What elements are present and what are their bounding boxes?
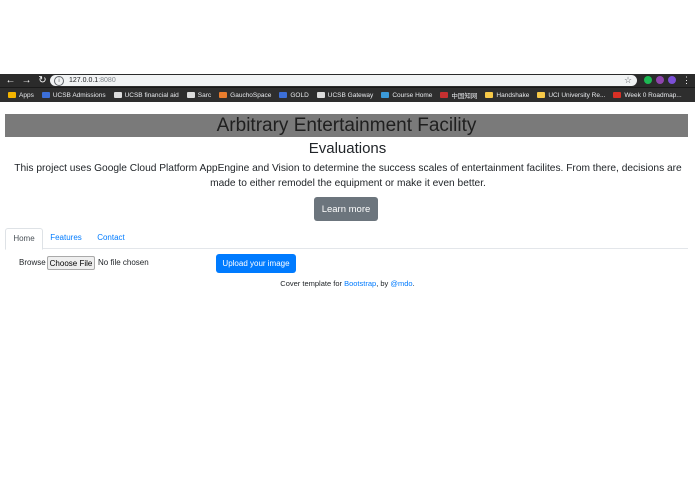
tab-features[interactable]: Features xyxy=(45,228,87,248)
address-bar[interactable]: i 127.0.0.1:8080 xyxy=(50,75,637,86)
back-icon[interactable]: ← xyxy=(5,75,16,86)
footer-text: , by xyxy=(376,279,391,288)
choose-file-button[interactable]: Choose File xyxy=(47,256,95,270)
bookmark-label: GOLD xyxy=(290,91,309,99)
bookmark-icon xyxy=(219,92,228,98)
url-port: :8080 xyxy=(98,77,116,84)
bookmark-label: GauchoSpace xyxy=(230,91,272,99)
bookmark-icon xyxy=(440,92,449,98)
page-title: Arbitrary Entertainment Facility xyxy=(216,115,477,136)
bookmark-icon xyxy=(485,92,494,98)
bootstrap-link[interactable]: Bootstrap xyxy=(344,279,376,288)
bookmark-item[interactable]: GauchoSpace xyxy=(219,92,271,99)
bookmark-icon xyxy=(537,92,546,98)
nav-tabs: Home Features Contact xyxy=(5,228,688,250)
extension-icon[interactable] xyxy=(644,76,652,84)
bookmark-label: UCSB Gateway xyxy=(327,91,374,99)
bookmark-item[interactable]: UCSB Gateway xyxy=(316,91,374,99)
bookmark-star-icon[interactable]: ☆ xyxy=(624,74,632,86)
bookmark-icon xyxy=(316,92,325,98)
bookmark-icon xyxy=(41,92,50,98)
browse-label: Browse xyxy=(19,258,46,267)
bookmark-item[interactable]: Week 0 Roadmap... xyxy=(613,91,682,99)
bookmark-item[interactable]: UCSB financial aid xyxy=(113,91,179,99)
bookmark-label: 中国知网 xyxy=(451,93,478,100)
bookmark-icon xyxy=(8,92,16,98)
bookmark-icon xyxy=(613,92,622,98)
bookmark-item[interactable]: Apps xyxy=(8,92,34,99)
learn-more-button[interactable]: Learn more xyxy=(314,197,378,221)
bookmark-icon xyxy=(113,92,122,98)
file-status: No file chosen xyxy=(98,258,149,267)
profile-avatar[interactable] xyxy=(668,76,676,84)
bookmark-label: Course Home xyxy=(392,91,433,99)
bookmark-label: Handshake xyxy=(496,91,530,99)
bookmark-label: Sarc xyxy=(197,91,212,99)
bookmark-item[interactable]: Handshake xyxy=(485,92,529,99)
bookmark-icon xyxy=(186,92,195,98)
bookmarks-bar: Apps UCSB Admissions UCSB financial aid Sar… xyxy=(0,88,695,102)
upload-image-button[interactable]: Upload your image xyxy=(216,254,296,273)
info-icon[interactable]: i xyxy=(54,75,64,86)
tab-home[interactable]: Home xyxy=(5,228,43,250)
section-title: Evaluations xyxy=(308,140,387,157)
bookmark-item[interactable]: Course Home xyxy=(381,92,432,99)
bookmark-label: Apps xyxy=(19,91,34,99)
bookmark-item[interactable]: 中国知网 xyxy=(440,90,477,100)
toolbar: ← → ↻ i 127.0.0.1:8080 ☆ ⋮ xyxy=(0,74,695,87)
bookmark-icon xyxy=(381,92,390,98)
menu-icon[interactable]: ⋮ xyxy=(682,74,691,86)
extension-icon[interactable] xyxy=(656,76,664,84)
bookmark-label: UCI University Re... xyxy=(548,91,606,99)
bookmark-item[interactable]: Sarc xyxy=(186,91,212,99)
footer-text: Cover template for xyxy=(280,279,345,288)
bookmark-item[interactable]: GOLD xyxy=(279,91,309,99)
footer-text: . xyxy=(412,279,415,288)
bookmark-item[interactable]: UCI University Re... xyxy=(537,92,605,99)
lead-description: This project uses Google Cloud Platform … xyxy=(14,163,682,189)
footer: Cover template for Bootstrap, by @mdo. xyxy=(0,279,695,288)
tab-contact[interactable]: Contact xyxy=(93,228,129,248)
bookmark-icon xyxy=(279,92,288,98)
forward-icon[interactable]: → xyxy=(21,75,32,86)
bookmark-label: Week 0 Roadmap... xyxy=(624,91,682,99)
bookmark-label: UCSB financial aid xyxy=(124,91,179,99)
mdo-link[interactable]: @mdo xyxy=(390,279,412,288)
bookmark-item[interactable]: UCSB Admissions xyxy=(41,91,106,99)
browser-chrome: ← → ↻ i 127.0.0.1:8080 ☆ ⋮ Apps UCSB Admi… xyxy=(0,74,695,102)
url-host: 127.0.0.1 xyxy=(69,77,99,84)
reload-icon[interactable]: ↻ xyxy=(37,75,48,86)
bookmark-label: UCSB Admissions xyxy=(52,91,106,99)
hero-banner: Arbitrary Entertainment Facility xyxy=(5,114,688,137)
